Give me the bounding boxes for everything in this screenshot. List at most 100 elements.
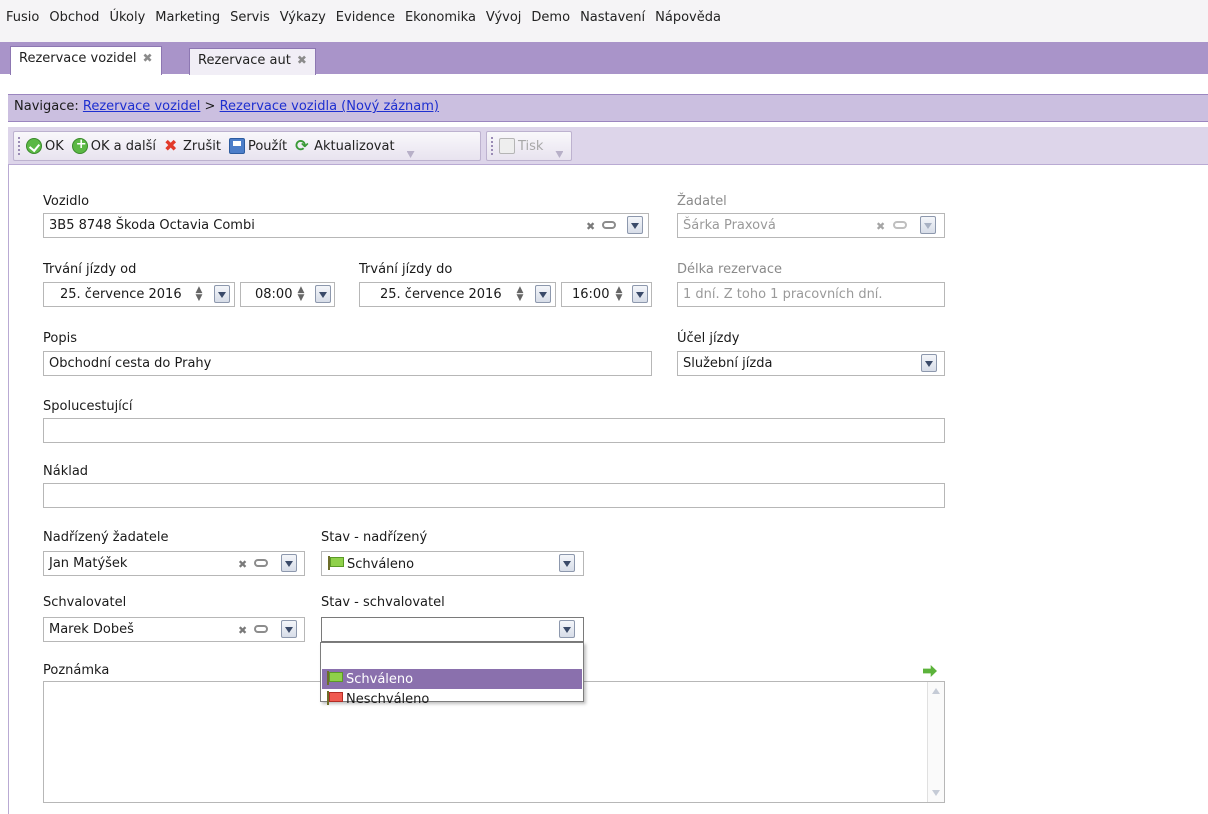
menu-fusio[interactable]: Fusio [6,10,39,25]
requester-value: Šárka Praxová [683,218,776,233]
calendar-dropdown-icon[interactable] [214,285,230,303]
ok-next-button[interactable]: OK a další [71,137,156,154]
overflow-chevron-icon[interactable] [406,151,415,158]
chevron-down-icon[interactable] [281,620,297,638]
close-icon[interactable]: ✖ [143,51,153,65]
menu-evidence[interactable]: Evidence [336,10,395,25]
dropdown-option-schvaleno[interactable]: Schváleno [322,669,582,689]
apply-button[interactable]: Použít [228,138,288,154]
from-time-value: 08:00 [255,287,293,302]
grip-icon[interactable] [18,137,20,155]
menu-vyvoj[interactable]: Vývoj [486,10,522,25]
vehicle-value: 3B5 8748 Škoda Octavia Combi [49,218,255,233]
to-time-value: 16:00 [572,287,610,302]
breadcrumb-link-current[interactable]: Rezervace vozidla (Nový záznam) [220,99,439,114]
breadcrumb-link-list[interactable]: Rezervace vozidel [83,99,201,114]
spinner-icon[interactable]: ▲ ▼ [296,286,306,304]
menu-nastaveni[interactable]: Nastavení [580,10,645,25]
approver-field[interactable]: Marek Dobeš ✖ [43,617,305,642]
spinner-icon[interactable]: ▲ ▼ [194,286,204,304]
approver-value: Marek Dobeš [49,622,134,637]
close-icon[interactable]: ✖ [297,53,307,67]
toolbar-group-print: Tisk [486,131,572,161]
grip-icon[interactable] [491,137,493,155]
overflow-chevron-icon[interactable] [555,151,564,158]
chevron-down-icon[interactable] [281,554,297,572]
refresh-button[interactable]: ⟳ Aktualizovat [295,138,394,154]
note-scrollbar[interactable] [927,682,944,802]
to-time-field[interactable]: 16:00 ▲ ▼ [561,282,652,307]
approver-state-select[interactable] [321,617,584,642]
option-label: Schváleno [346,672,414,687]
option-label: Neschváleno [346,692,430,707]
to-label: Trvání jízdy do [359,262,453,277]
chevron-down-icon[interactable] [559,554,575,572]
tab-rezervace-vozidel[interactable]: Rezervace vozidel ✖ [10,46,162,75]
ok-label: OK [45,138,64,154]
supervisor-label: Nadřízený žadatele [43,530,169,545]
cost-field[interactable] [43,483,945,508]
chevron-down-icon[interactable] [920,216,936,234]
menu-demo[interactable]: Demo [531,10,570,25]
cost-label: Náklad [43,464,89,479]
print-button[interactable]: Tisk [499,138,543,154]
menu-servis[interactable]: Servis [230,10,270,25]
requester-field[interactable]: Šárka Praxová ✖ [677,213,945,238]
calendar-dropdown-icon[interactable] [535,285,551,303]
vehicle-label: Vozidlo [43,194,90,209]
expand-arrow-icon[interactable] [923,665,937,677]
chevron-down-icon[interactable] [315,285,331,303]
purpose-label: Účel jízdy [677,331,740,346]
scroll-down-icon[interactable] [932,790,940,796]
clear-icon[interactable]: ✖ [586,220,595,233]
ok-button[interactable]: OK [26,138,64,154]
cancel-button[interactable]: ✖ Zrušit [164,138,221,154]
dropdown-option-neschvaleno[interactable]: Neschváleno [322,689,582,709]
chevron-down-icon[interactable] [559,620,575,638]
menu-marketing[interactable]: Marketing [155,10,220,25]
chevron-down-icon[interactable] [627,216,643,234]
menu-ukoly[interactable]: Úkoly [109,10,145,25]
clear-icon[interactable]: ✖ [876,220,885,233]
from-time-field[interactable]: 08:00 ▲ ▼ [240,282,335,307]
link-icon[interactable] [254,625,268,633]
purpose-select[interactable]: Služební jízda [677,351,945,376]
supervisor-field[interactable]: Jan Matýšek ✖ [43,551,305,576]
description-field[interactable]: Obchodní cesta do Prahy [43,351,652,376]
to-date-field[interactable]: 25. července 2016 ▲ ▼ [359,282,556,307]
passengers-field[interactable] [43,418,945,443]
chevron-down-icon[interactable] [632,285,648,303]
cancel-label: Zrušit [182,138,221,154]
menu-napoveda[interactable]: Nápověda [655,10,721,25]
link-icon[interactable] [893,221,907,229]
spinner-icon[interactable]: ▲ ▼ [614,286,624,304]
apply-label: Použít [247,138,288,154]
scroll-up-icon[interactable] [932,688,940,694]
link-icon[interactable] [602,221,616,229]
approver-label: Schvalovatel [43,595,127,610]
length-field: 1 dní. Z toho 1 pracovních dní. [677,282,945,307]
breadcrumb-separator: > [204,99,216,114]
chevron-down-icon[interactable] [921,354,937,372]
from-date-field[interactable]: 25. července 2016 ▲ ▼ [43,282,235,307]
menu-vykazy[interactable]: Výkazy [280,10,326,25]
from-label: Trvání jízdy od [43,262,137,277]
vehicle-field[interactable]: 3B5 8748 Škoda Octavia Combi ✖ [43,213,649,238]
clear-icon[interactable]: ✖ [238,624,247,637]
length-value: 1 dní. Z toho 1 pracovních dní. [683,287,883,302]
supervisor-state-value: Schváleno [347,557,415,572]
menu-ekonomika[interactable]: Ekonomika [405,10,476,25]
green-flag-icon [326,671,343,685]
supervisor-state-select[interactable]: Schváleno [321,551,584,576]
clear-icon[interactable]: ✖ [238,558,247,571]
link-icon[interactable] [254,559,268,567]
spinner-icon[interactable]: ▲ ▼ [515,286,525,304]
menu-obchod[interactable]: Obchod [49,10,99,25]
supervisor-state-label: Stav - nadřízený [321,530,428,545]
tab-rezervace-aut[interactable]: Rezervace aut ✖ [189,48,316,75]
supervisor-value: Jan Matýšek [49,556,128,571]
ok-next-label: OK a další [90,138,156,154]
breadcrumb-label: Navigace: [14,99,79,114]
refresh-icon: ⟳ [295,136,309,155]
to-date-value: 25. července 2016 [380,287,502,302]
